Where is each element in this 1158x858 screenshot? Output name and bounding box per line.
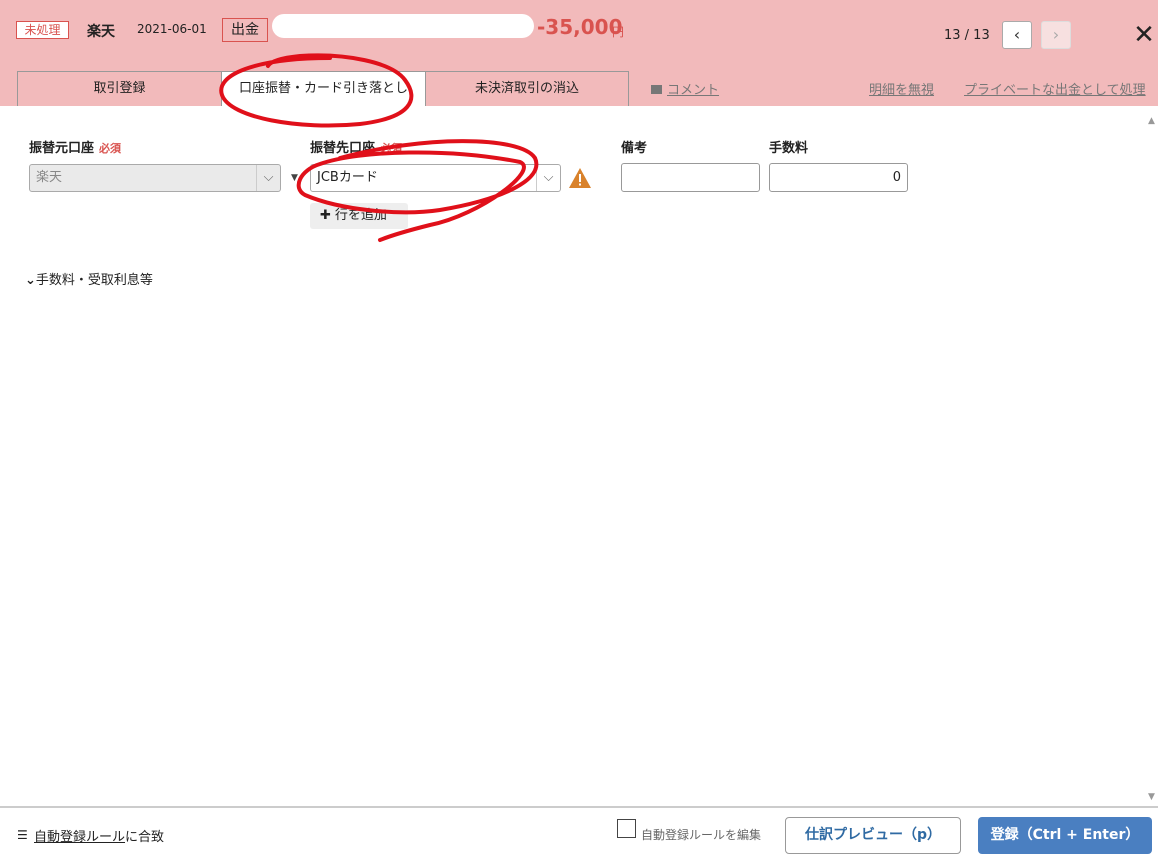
close-icon: ✕ xyxy=(1133,20,1155,50)
amount-unit: 円 xyxy=(612,25,625,39)
close-button[interactable]: ✕ xyxy=(1131,22,1157,48)
comment-link[interactable]: コメント xyxy=(651,79,719,98)
tab-reconcile[interactable]: 未決済取引の消込 xyxy=(425,71,629,106)
warning-icon xyxy=(569,168,591,188)
source-account-select[interactable]: 楽天 ⌵ xyxy=(29,164,281,192)
status-badge: 未処理 xyxy=(16,21,69,39)
expander-label: 手数料・受取利息等 xyxy=(35,273,153,288)
dest-account-label-text: 振替先口座 xyxy=(310,141,376,156)
edit-rule-checkbox-label[interactable]: 自動登録ルールを編集 xyxy=(641,826,761,843)
source-account-label-text: 振替元口座 xyxy=(29,141,95,156)
add-row-button[interactable]: ✚ 行を追加 xyxy=(310,203,408,229)
memo-label: 備考 xyxy=(621,141,648,156)
scroll-up-icon[interactable]: ▲ xyxy=(1148,116,1155,126)
transaction-amount: -35,000 xyxy=(537,15,623,39)
ignore-statement-link[interactable]: 明細を無視 xyxy=(869,79,934,98)
auto-rule-link[interactable]: 自動登録ルール xyxy=(34,830,125,845)
plus-icon: ✚ xyxy=(320,208,331,223)
scrollbar[interactable]: ▲ ▼ xyxy=(1145,106,1158,806)
edit-rule-checkbox[interactable] xyxy=(617,819,636,838)
private-expense-link[interactable]: プライベートな出金として処理 xyxy=(964,79,1146,98)
auto-rule-suffix: に合致 xyxy=(125,830,165,845)
chevron-down-icon: ⌵ xyxy=(536,165,560,191)
add-row-label: 行を追加 xyxy=(334,208,387,223)
dialog-footer: ☰ 自動登録ルールに合致 自動登録ルールを編集 仕訳プレビュー（p） 登録（Ct… xyxy=(0,806,1158,858)
transaction-date: 2021-06-01 xyxy=(137,22,207,36)
rule-list-icon: ☰ xyxy=(17,828,28,842)
chevron-left-icon: ‹ xyxy=(1013,25,1021,44)
redacted-description xyxy=(272,14,534,38)
annotation-overlay xyxy=(219,53,539,242)
memo-input[interactable] xyxy=(621,163,760,192)
chevron-down-icon: ⌄ xyxy=(25,273,36,288)
scroll-down-icon[interactable]: ▼ xyxy=(1148,792,1155,802)
next-button[interactable]: › xyxy=(1041,21,1071,49)
dialog-header: 未処理 楽天 2021-06-01 出金 -35,000 円 13 / 13 ‹… xyxy=(0,0,1158,106)
bank-name: 楽天 xyxy=(87,24,115,40)
source-account-value: 楽天 xyxy=(36,170,63,185)
register-button[interactable]: 登録（Ctrl + Enter） xyxy=(978,817,1152,854)
comment-icon xyxy=(651,85,662,94)
comment-label: コメント xyxy=(667,83,720,98)
source-account-label: 振替元口座 必須 xyxy=(29,137,121,156)
pager-count: 13 / 13 xyxy=(944,28,990,43)
fees-interest-expander[interactable]: ⌄手数料・受取利息等 xyxy=(25,269,153,288)
fee-label: 手数料 xyxy=(769,141,809,156)
required-badge: 必須 xyxy=(99,142,122,155)
chevron-down-icon: ⌵ xyxy=(256,165,280,191)
fee-input[interactable]: 0 xyxy=(769,163,908,192)
required-badge: 必須 xyxy=(380,142,403,155)
dest-account-label: 振替先口座 必須 xyxy=(310,137,402,156)
chevron-right-icon: › xyxy=(1052,25,1060,44)
transaction-dialog: 未処理 楽天 2021-06-01 出金 -35,000 円 13 / 13 ‹… xyxy=(0,0,1158,858)
journal-preview-button[interactable]: 仕訳プレビュー（p） xyxy=(785,817,961,854)
prev-button[interactable]: ‹ xyxy=(1002,21,1032,49)
dest-account-value: JCBカード xyxy=(317,170,378,185)
tab-register[interactable]: 取引登録 xyxy=(17,71,222,106)
tab-account-transfer[interactable]: 口座振替・カード引き落とし xyxy=(221,71,426,106)
dest-account-select[interactable]: JCBカード ⌵ xyxy=(310,164,561,192)
transfer-arrow-icon: ▼ xyxy=(291,173,298,183)
transaction-type-badge: 出金 xyxy=(222,18,268,42)
auto-rule-status: 自動登録ルールに合致 xyxy=(34,826,164,845)
